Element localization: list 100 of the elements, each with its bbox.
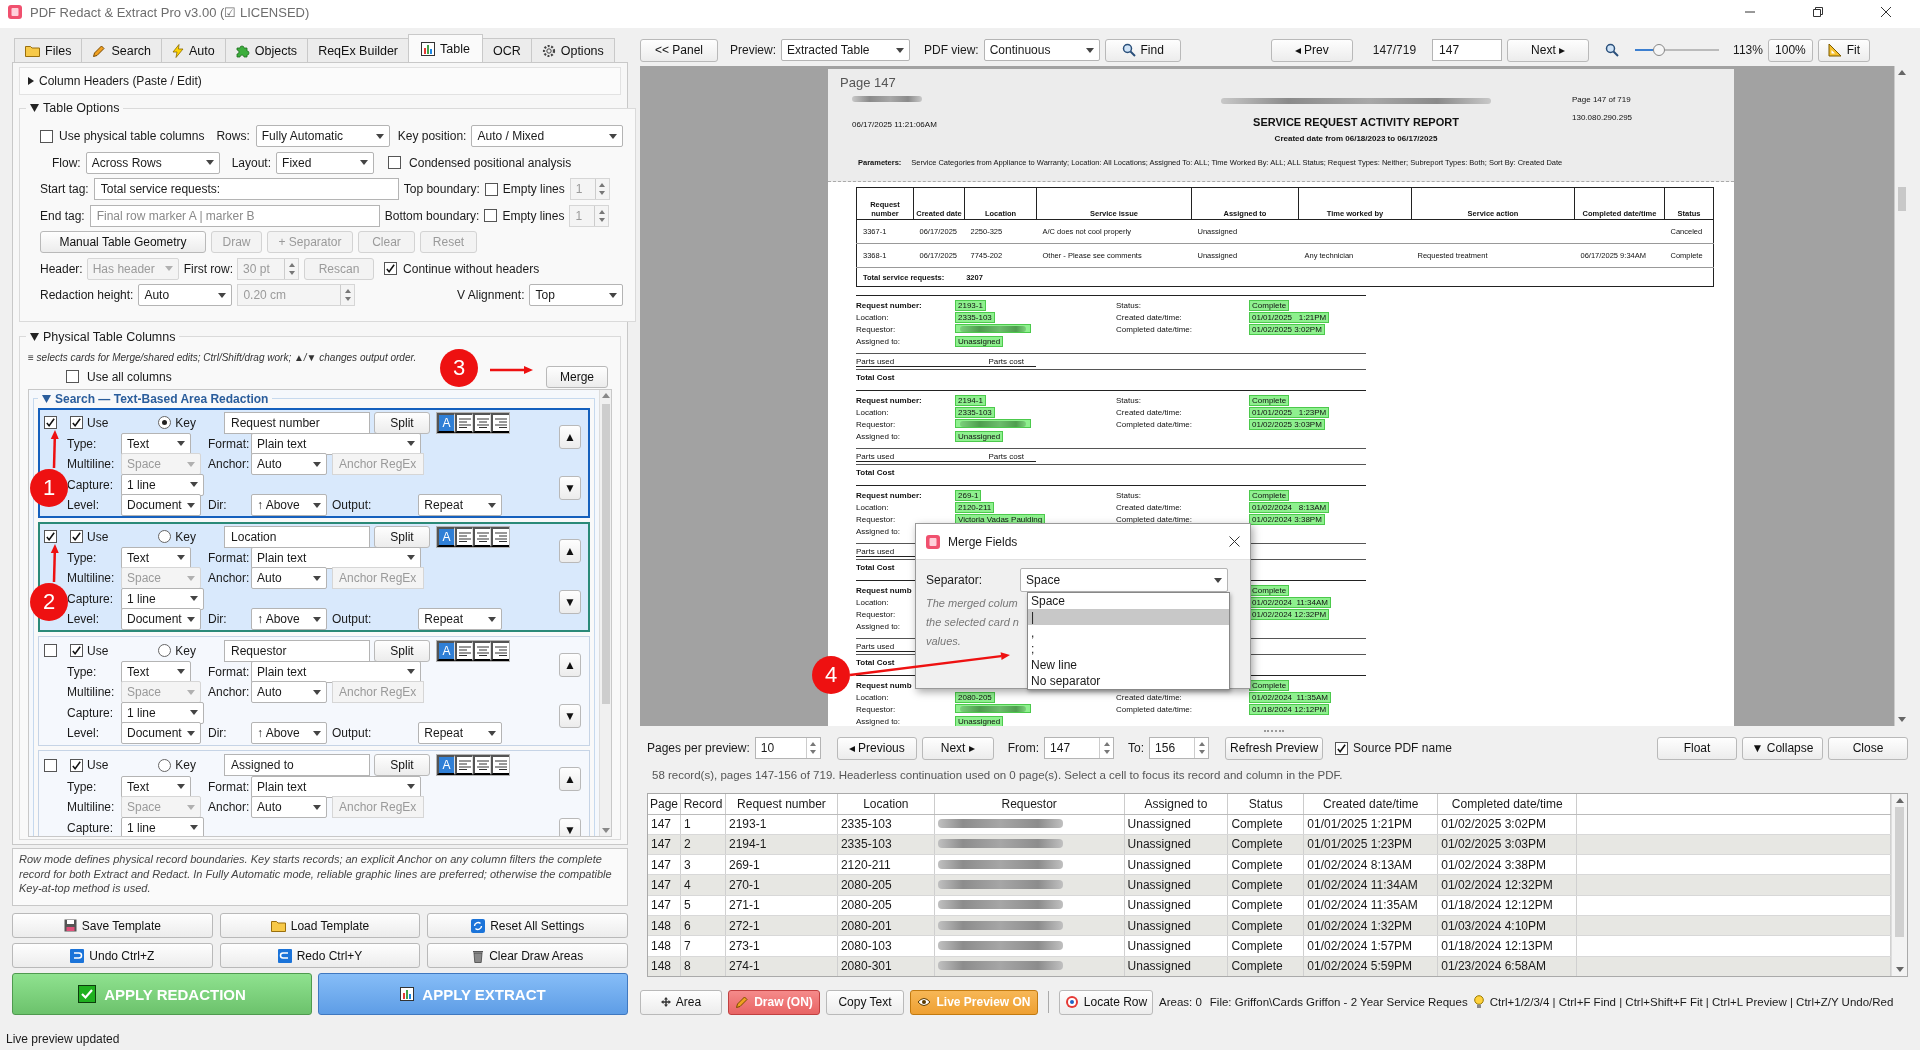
tab[interactable]: OCR: [481, 38, 532, 62]
align-center-icon[interactable]: [473, 526, 492, 547]
checkbox[interactable]: [484, 209, 498, 223]
tab[interactable]: Table: [408, 34, 483, 62]
move-up-button[interactable]: ▲: [559, 539, 581, 563]
dropdown[interactable]: 1 line: [121, 473, 204, 496]
find-button[interactable]: Find: [1104, 38, 1181, 62]
table-cell[interactable]: 2080-205: [840, 898, 892, 913]
dropdown[interactable]: 1 line: [121, 816, 204, 836]
prev-button[interactable]: ◂ Prev: [1270, 38, 1353, 62]
align-left-icon[interactable]: [455, 640, 474, 661]
column-header[interactable]: Request number: [737, 796, 826, 811]
align-center-icon[interactable]: [473, 412, 492, 433]
align-auto-button[interactable]: A: [437, 526, 456, 547]
dropdown[interactable]: Text: [121, 546, 191, 569]
spin-box[interactable]: 10: [754, 737, 821, 759]
button[interactable]: 100%: [1767, 38, 1813, 62]
close-icon[interactable]: [1229, 536, 1240, 547]
radio-button[interactable]: [158, 416, 172, 429]
checkbox[interactable]: [484, 182, 498, 196]
scroll-down-icon[interactable]: [601, 827, 610, 833]
dropdown-option[interactable]: Space: [1028, 593, 1229, 609]
table-cell[interactable]: Complete: [1231, 938, 1283, 953]
table-cell[interactable]: 147: [651, 857, 672, 872]
dropdown[interactable]: Repeat: [418, 722, 503, 745]
table-cell[interactable]: 2193-1: [729, 817, 767, 832]
dropdown[interactable]: 1 line: [121, 587, 204, 610]
button[interactable]: ◂ Previous: [836, 736, 917, 760]
checkbox[interactable]: [70, 416, 83, 429]
column-header[interactable]: Requestor: [1001, 796, 1057, 811]
table-cell[interactable]: 4: [684, 878, 691, 893]
table-cell[interactable]: 1: [684, 817, 691, 832]
align-left-icon[interactable]: [455, 526, 474, 547]
table-cell[interactable]: Complete: [1231, 817, 1283, 832]
table-cell[interactable]: 2120-211: [840, 857, 891, 872]
dropdown[interactable]: 1 line: [121, 701, 204, 724]
dropdown-option[interactable]: ,: [1028, 625, 1229, 641]
table-cell[interactable]: Unassigned: [1127, 857, 1191, 872]
table-cell[interactable]: 01/18/2024 12:12PM: [1441, 898, 1553, 913]
dropdown[interactable]: Document: [121, 722, 201, 745]
scrollbar-thumb[interactable]: [1895, 807, 1904, 937]
restore-icon[interactable]: [1812, 6, 1824, 18]
table-cell[interactable]: 147: [651, 817, 672, 832]
splitter-handle[interactable]: [1264, 729, 1284, 732]
checkbox[interactable]: [44, 530, 57, 543]
table-cell[interactable]: 5: [684, 898, 691, 913]
scrollbar-thumb[interactable]: [1897, 187, 1906, 211]
tab[interactable]: Auto: [161, 38, 226, 62]
checkbox[interactable]: [1335, 741, 1349, 755]
table-cell[interactable]: 01/02/2025 3:02PM: [1441, 817, 1546, 832]
split-button[interactable]: Split: [374, 411, 431, 434]
table-cell[interactable]: 2080-103: [840, 938, 892, 953]
button[interactable]: Close: [1828, 736, 1908, 760]
column-header[interactable]: Completed date/time: [1451, 796, 1563, 811]
checkbox[interactable]: [44, 644, 57, 657]
zoom-slider[interactable]: [1635, 44, 1720, 56]
dropdown[interactable]: Repeat: [418, 608, 503, 631]
checkbox[interactable]: [44, 416, 57, 429]
dropdown[interactable]: Space: [1020, 568, 1229, 592]
caret-down-icon[interactable]: [30, 104, 39, 112]
text-field[interactable]: Total service requests:: [93, 178, 399, 201]
dropdown[interactable]: Document: [121, 608, 201, 631]
dropdown[interactable]: Plain text: [251, 660, 421, 683]
table-cell[interactable]: Complete: [1231, 857, 1283, 872]
table-cell[interactable]: 01/01/2025 1:21PM: [1307, 817, 1413, 832]
dropdown[interactable]: Top: [529, 284, 624, 307]
table-cell[interactable]: 01/02/2024 3:38PM: [1441, 857, 1546, 872]
tab[interactable]: Options: [530, 38, 615, 62]
align-right-icon[interactable]: [491, 412, 510, 433]
dropdown[interactable]: Plain text: [251, 775, 421, 798]
dropdown-option[interactable]: ;: [1028, 641, 1229, 657]
table-cell[interactable]: 269-1: [729, 857, 760, 872]
tab[interactable]: ReqEx Builder: [307, 38, 410, 62]
table-cell[interactable]: 270-1: [729, 878, 760, 893]
table-cell[interactable]: 01/02/2024 8:13AM: [1307, 857, 1413, 872]
spin-box[interactable]: 147: [1044, 737, 1115, 759]
text-field[interactable]: Final row marker A | marker B: [89, 204, 380, 227]
dropdown[interactable]: Continuous: [983, 39, 1100, 61]
button[interactable]: << Panel: [640, 38, 718, 62]
align-auto-button[interactable]: A: [437, 412, 456, 433]
button[interactable]: Load Template: [219, 913, 421, 938]
scrollbar-thumb[interactable]: [601, 403, 610, 704]
text-field[interactable]: Request number: [224, 411, 371, 434]
split-button[interactable]: Split: [374, 639, 431, 662]
dropdown[interactable]: Across Rows: [85, 151, 220, 174]
table-cell[interactable]: 273-1: [729, 938, 760, 953]
table-cell[interactable]: Complete: [1231, 898, 1283, 913]
table-cell[interactable]: 272-1: [729, 918, 760, 933]
dropdown[interactable]: Plain text: [251, 546, 421, 569]
button[interactable]: Refresh Preview: [1225, 736, 1324, 760]
radio-button[interactable]: [158, 758, 172, 772]
locate-row-button[interactable]: Locate Row: [1059, 989, 1153, 1015]
move-down-button[interactable]: ▼: [559, 590, 581, 614]
dropdown-option[interactable]: No separator: [1028, 673, 1229, 689]
table-cell[interactable]: 01/18/2024 12:13PM: [1441, 938, 1553, 953]
button[interactable]: Reset All Settings: [427, 913, 628, 938]
align-left-icon[interactable]: [455, 755, 474, 775]
fit-button[interactable]: Fit: [1817, 38, 1870, 62]
button[interactable]: Float: [1657, 736, 1737, 760]
next-button[interactable]: Next ▸: [1507, 38, 1590, 62]
